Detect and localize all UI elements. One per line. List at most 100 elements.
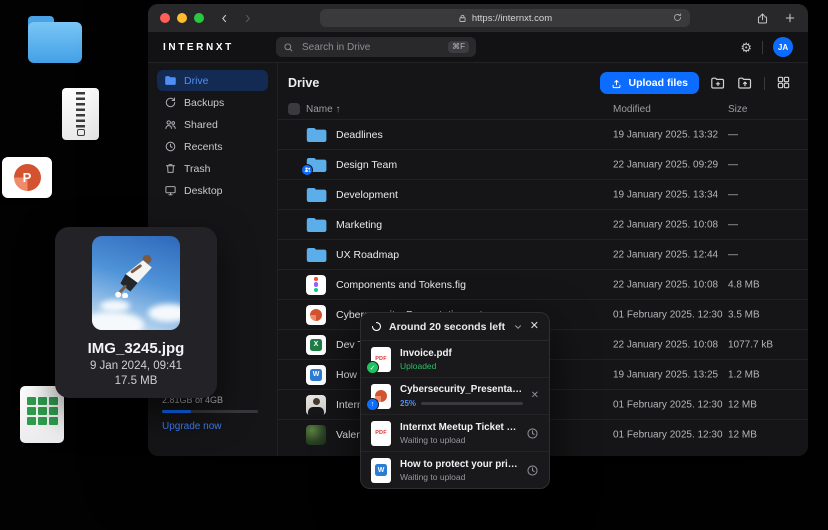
desktop-spreadsheet-file-icon[interactable] [20, 386, 64, 443]
file-size: 12 MB [728, 429, 757, 440]
upload-files-button[interactable]: Upload files [600, 72, 699, 94]
drag-preview-card[interactable]: IMG_3245.jpg 9 Jan 2024, 09:41 17.5 MB [55, 227, 217, 398]
upload-item-name: Internxt Meetup Ticket Info.pdf [400, 422, 518, 433]
column-header-size[interactable]: Size [728, 104, 747, 115]
table-row[interactable]: Design Team 22 January 2025. 09:29 — [278, 149, 808, 179]
upload-popup-header: Around 20 seconds left ✕ [361, 313, 549, 341]
sidebar-item-backups[interactable]: Backups [157, 92, 268, 113]
folder-icon [306, 247, 327, 263]
desktop-blue-folder-icon[interactable] [28, 16, 82, 63]
upload-folder-button[interactable] [737, 75, 753, 91]
upload-item-name: Cybersecurity_Presentation.ppt [400, 384, 523, 395]
file-size: — [728, 249, 738, 260]
people-icon [164, 118, 177, 131]
search-shortcut-badge: ⌘F [448, 41, 469, 53]
powerpoint-logo-icon: P [14, 164, 41, 191]
file-name: Components and Tokens.fig [336, 279, 466, 291]
search-input[interactable] [300, 41, 442, 54]
grid-view-button[interactable] [776, 75, 792, 91]
file-size: 1.2 MB [728, 369, 760, 380]
table-row[interactable]: Deadlines 19 January 2025. 13:32 — [278, 119, 808, 149]
new-tab-icon[interactable] [784, 12, 796, 24]
sidebar-item-label: Desktop [184, 185, 223, 197]
figma-file-icon [306, 275, 326, 295]
word-file-icon: W [306, 365, 326, 385]
sidebar-item-trash[interactable]: Trash [157, 158, 268, 179]
desktop-powerpoint-file-icon[interactable]: P [2, 157, 52, 198]
share-icon[interactable] [756, 12, 769, 25]
file-modified: 22 January 2025. 10:08 [613, 219, 718, 230]
file-name: Marketing [336, 219, 382, 231]
pdf-file-icon: PDF [371, 421, 391, 446]
forward-button[interactable] [242, 13, 253, 24]
zipper-teeth [76, 92, 85, 128]
create-folder-button[interactable] [710, 75, 726, 91]
sidebar-item-shared[interactable]: Shared [157, 114, 268, 135]
folder-icon [306, 217, 327, 233]
upload-tray-icon [611, 78, 622, 89]
file-modified: 01 February 2025. 12:30 [613, 429, 723, 440]
cancel-upload-icon[interactable]: ✕ [531, 391, 539, 401]
file-name: UX Roadmap [336, 249, 399, 261]
sidebar-item-desktop[interactable]: Desktop [157, 180, 268, 201]
upload-item-status: Waiting to upload [400, 472, 518, 482]
window-controls [160, 13, 204, 23]
table-row[interactable]: UX Roadmap 22 January 2025. 12:44 — [278, 239, 808, 269]
file-name: Intern [336, 399, 363, 411]
monitor-icon [164, 184, 177, 197]
sidebar-item-recents[interactable]: Recents [157, 136, 268, 157]
file-modified: 22 January 2025. 09:29 [613, 159, 718, 170]
shared-folder-icon [306, 157, 327, 173]
close-window-button[interactable] [160, 13, 170, 23]
sidebar-item-label: Recents [184, 141, 223, 153]
collapse-chevron-icon[interactable] [513, 322, 523, 332]
folder-body [28, 22, 82, 63]
sidebar-item-label: Backups [184, 97, 224, 109]
file-size: 12 MB [728, 399, 757, 410]
file-modified: 22 January 2025. 10:08 [613, 279, 718, 290]
upload-item-status: Waiting to upload [400, 435, 518, 445]
table-header: Name ↑ Modified Size [278, 103, 808, 119]
cloud-shape [92, 312, 144, 330]
lock-icon [458, 14, 467, 23]
folder-icon [164, 74, 177, 87]
sidebar-item-drive[interactable]: Drive [157, 70, 268, 91]
sidebar-item-label: Trash [184, 163, 210, 175]
photo-thumbnail [306, 395, 326, 415]
file-modified: 22 January 2025. 12:44 [613, 249, 718, 260]
excel-file-icon: X [306, 335, 326, 355]
user-avatar[interactable]: JA [773, 37, 793, 57]
browser-chrome: https://internxt.com [148, 4, 808, 32]
refresh-icon[interactable] [672, 12, 683, 23]
upload-progress-popup: Around 20 seconds left ✕ PDF✓ Invoice.pd… [360, 312, 550, 489]
file-name: How t [336, 369, 363, 381]
address-bar[interactable]: https://internxt.com [320, 9, 690, 27]
column-header-name[interactable]: Name ↑ [306, 104, 340, 115]
table-row[interactable]: Marketing 22 January 2025. 10:08 — [278, 209, 808, 239]
desktop-zip-file-icon[interactable] [62, 88, 99, 140]
file-size: 4.8 MB [728, 279, 760, 290]
search-bar[interactable]: ⌘F [276, 37, 476, 57]
preview-size: 17.5 MB [55, 375, 217, 387]
table-row[interactable]: Development 19 January 2025. 13:34 — [278, 179, 808, 209]
app-header: INTERNXT ⌘F ⚙ JA [148, 32, 808, 63]
photo-thumbnail [306, 425, 326, 445]
minimize-window-button[interactable] [177, 13, 187, 23]
storage-progress-bar [162, 410, 258, 413]
file-size: — [728, 189, 738, 200]
upload-item-name: How to protect your privacy.doc [400, 459, 518, 470]
preview-date: 9 Jan 2024, 09:41 [55, 360, 217, 372]
table-row[interactable]: Components and Tokens.fig 22 January 202… [278, 269, 808, 299]
settings-gear-icon[interactable]: ⚙ [740, 41, 752, 54]
sidebar-nav: Drive Backups Shared Recents Trash Deskt… [157, 70, 268, 201]
column-header-modified[interactable]: Modified [613, 104, 651, 115]
preview-filename: IMG_3245.jpg [55, 340, 217, 357]
close-popup-icon[interactable]: ✕ [530, 321, 539, 332]
maximize-window-button[interactable] [194, 13, 204, 23]
select-all-checkbox[interactable] [288, 103, 300, 115]
file-modified: 19 January 2025. 13:34 [613, 189, 718, 200]
upgrade-link[interactable]: Upgrade now [162, 421, 258, 432]
history-icon [164, 96, 177, 109]
powerpoint-file-icon [306, 305, 326, 325]
back-button[interactable] [219, 13, 230, 24]
